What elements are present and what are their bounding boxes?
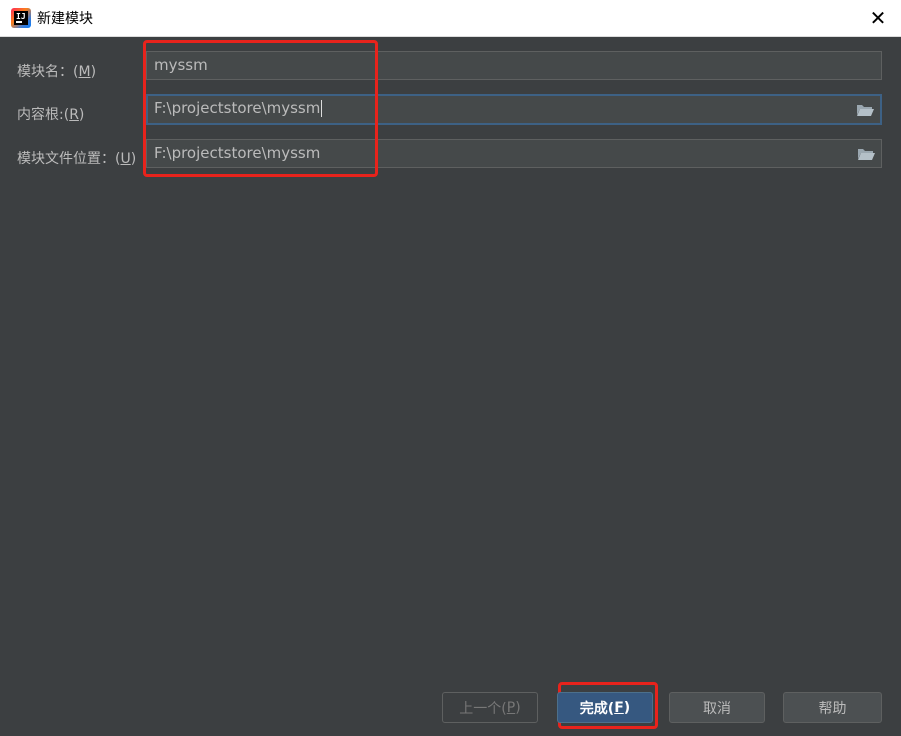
module-file-location-label: 模块文件位置：(U) (17, 151, 137, 167)
module-file-location-value: F:\projectstore\myssm (154, 144, 321, 162)
close-button[interactable]: ✕ (855, 0, 901, 36)
text-caret (321, 100, 323, 117)
module-name-input[interactable]: myssm (146, 51, 882, 80)
content-root-label: 内容根:(R) (17, 107, 85, 123)
folder-open-icon[interactable] (856, 103, 874, 117)
content-root-input[interactable]: F:\projectstore\myssm (146, 94, 882, 125)
module-file-location-input[interactable]: F:\projectstore\myssm (146, 139, 882, 168)
intellij-idea-icon: IJ (11, 8, 31, 28)
module-name-value: myssm (154, 56, 208, 74)
close-icon: ✕ (869, 6, 887, 30)
content-root-value: F:\projectstore\myssm (154, 99, 321, 117)
folder-open-icon[interactable] (857, 147, 875, 161)
help-button[interactable]: 帮助 (783, 692, 882, 723)
previous-button[interactable]: 上一个(P) (442, 692, 538, 723)
cancel-button[interactable]: 取消 (669, 692, 765, 723)
window-title: 新建模块 (37, 11, 93, 27)
module-name-label: 模块名：(M) (17, 64, 97, 80)
title-bar: IJ 新建模块 ✕ (0, 0, 901, 37)
finish-button[interactable]: 完成(F) (557, 692, 653, 723)
